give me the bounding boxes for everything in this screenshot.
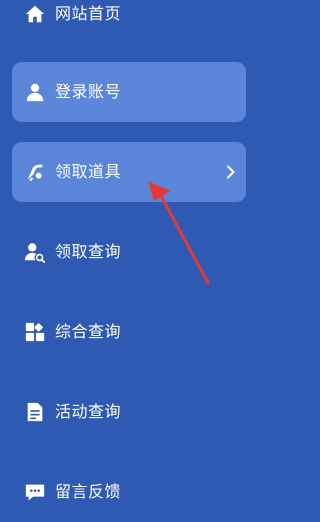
nav-item-home[interactable]: 网站首页: [12, 0, 246, 44]
nav-item-activity-query[interactable]: 活动查询: [12, 382, 246, 442]
user-search-icon: [24, 241, 46, 263]
sidebar-nav: 网站首页 登录账号 领取道具 领取查询 综合查询 活动查询 留言反馈: [0, 0, 263, 503]
nav-item-label: 领取道具: [55, 162, 122, 181]
chevron-right-icon: [226, 165, 236, 179]
item-tool-icon: [24, 161, 46, 183]
nav-item-label: 综合查询: [55, 322, 122, 341]
nav-item-label: 活动查询: [55, 402, 122, 421]
document-icon: [24, 401, 46, 423]
message-icon: [24, 481, 46, 503]
home-icon: [24, 3, 46, 25]
nav-item-label: 领取查询: [55, 242, 122, 261]
nav-item-label: 留言反馈: [55, 482, 122, 501]
nav-item-feedback[interactable]: 留言反馈: [12, 462, 246, 522]
nav-item-comprehensive-query[interactable]: 综合查询: [12, 302, 246, 362]
nav-item-label: 网站首页: [55, 4, 122, 23]
nav-item-claim-query[interactable]: 领取查询: [12, 222, 246, 282]
grid-icon: [24, 321, 46, 343]
nav-item-login[interactable]: 登录账号: [12, 62, 246, 122]
nav-item-label: 登录账号: [55, 82, 122, 101]
nav-item-claim-props[interactable]: 领取道具: [12, 142, 246, 202]
user-icon: [24, 81, 46, 103]
